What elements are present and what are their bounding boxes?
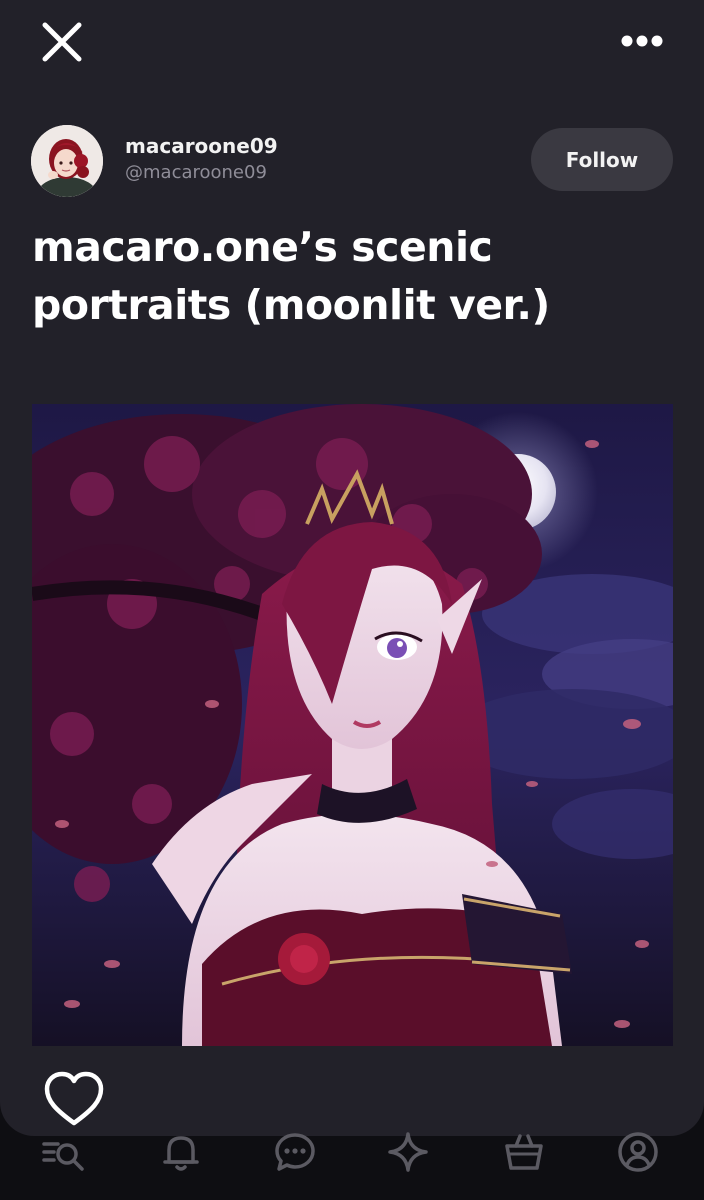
avatar-image (31, 125, 103, 197)
profile-icon (618, 1132, 658, 1172)
more-horizontal-icon (621, 35, 663, 47)
chat-icon (275, 1133, 315, 1171)
nav-discover[interactable] (386, 1130, 430, 1174)
nav-shop[interactable] (502, 1130, 546, 1174)
artwork-illustration (32, 404, 673, 1046)
author-handle[interactable]: @macaroone09 (125, 162, 267, 183)
pin-detail-sheet: macaroone09 @macaroone09 Follow macaro.o… (0, 0, 704, 1136)
search-feed-icon (42, 1142, 84, 1171)
close-button[interactable] (38, 18, 86, 66)
bell-icon (163, 1136, 199, 1171)
close-icon (42, 22, 82, 62)
pin-image[interactable] (32, 404, 673, 1046)
avatar[interactable] (31, 125, 103, 197)
sparkle-icon (388, 1132, 428, 1172)
nav-profile[interactable] (616, 1130, 660, 1174)
bottom-nav (0, 1120, 704, 1200)
pin-title: macaro.one’s scenic portraits (moonlit v… (32, 223, 550, 329)
nav-search-feed[interactable] (42, 1130, 86, 1174)
nav-messages[interactable] (273, 1130, 317, 1174)
nav-notifications[interactable] (159, 1130, 203, 1174)
follow-button[interactable]: Follow (531, 128, 673, 191)
author-display-name[interactable]: macaroone09 (125, 134, 278, 158)
more-options-button[interactable] (616, 22, 668, 62)
basket-icon (505, 1134, 543, 1170)
